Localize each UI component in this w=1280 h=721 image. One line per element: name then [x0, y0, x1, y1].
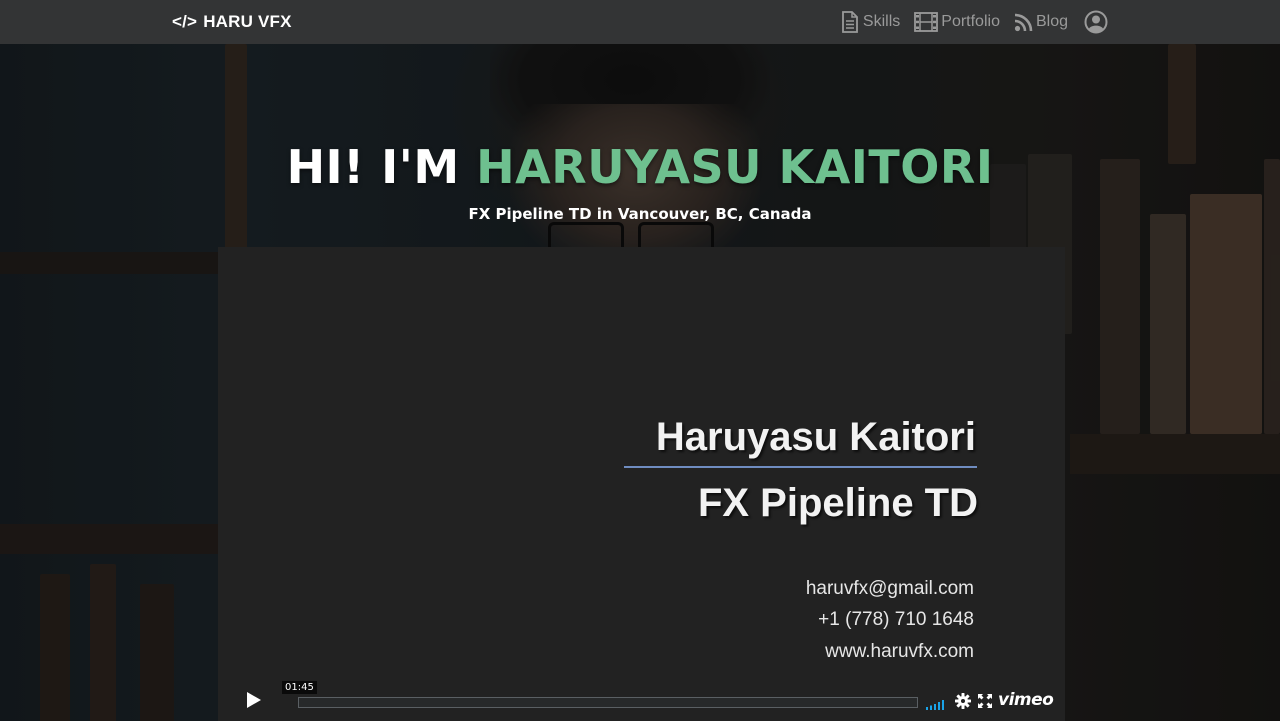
navbar: </> HARU VFX Skills Portfolio Blog	[0, 0, 1280, 44]
fullscreen-icon[interactable]	[978, 694, 992, 713]
nav-label-skills: Skills	[862, 13, 901, 30]
volume-icon[interactable]	[926, 697, 946, 715]
video-card-website: www.haruvfx.com	[825, 641, 974, 662]
gear-icon[interactable]	[955, 693, 971, 714]
hero-title-name: HARUYASU KAITORI	[476, 140, 994, 194]
hero-subtitle: FX Pipeline TD in Vancouver, BC, Canada	[468, 205, 812, 223]
user-circle-icon[interactable]	[1084, 10, 1108, 34]
hero-title-prefix: HI! I'M	[286, 140, 460, 194]
nav-link-skills[interactable]: Skills	[840, 11, 900, 33]
nav-link-blog[interactable]: Blog	[1014, 13, 1068, 32]
brand-link[interactable]: </> HARU VFX	[172, 10, 292, 34]
duration-badge: 01:45	[282, 681, 317, 694]
nav-link-portfolio[interactable]: Portfolio	[914, 12, 1000, 32]
video-player[interactable]: Haruyasu Kaitori FX Pipeline TD haruvfx@…	[218, 247, 1065, 721]
hero-title: HI! I'M HARUYASU KAITORI	[0, 140, 1280, 194]
progress-bar[interactable]	[298, 697, 918, 708]
video-card-phone: +1 (778) 710 1648	[818, 609, 974, 630]
play-button[interactable]	[236, 687, 272, 717]
video-card-email: haruvfx@gmail.com	[805, 578, 974, 599]
nav-label-portfolio: Portfolio	[941, 13, 1000, 30]
rss-icon	[1014, 13, 1033, 32]
film-icon	[914, 12, 939, 32]
nav-links: Skills Portfolio Blog	[840, 8, 1108, 36]
document-icon	[840, 11, 860, 33]
video-card-divider	[624, 466, 977, 468]
nav-label-blog: Blog	[1035, 13, 1068, 30]
video-controls: 01:45 vimeo	[218, 679, 1065, 721]
code-icon: </>	[172, 12, 198, 31]
play-icon	[246, 691, 262, 714]
video-card-name: Haruyasu Kaitori	[655, 415, 976, 459]
video-card-role: FX Pipeline TD	[697, 481, 978, 525]
vimeo-logo[interactable]: vimeo	[998, 690, 1054, 710]
brand-label: HARU VFX	[203, 12, 292, 31]
